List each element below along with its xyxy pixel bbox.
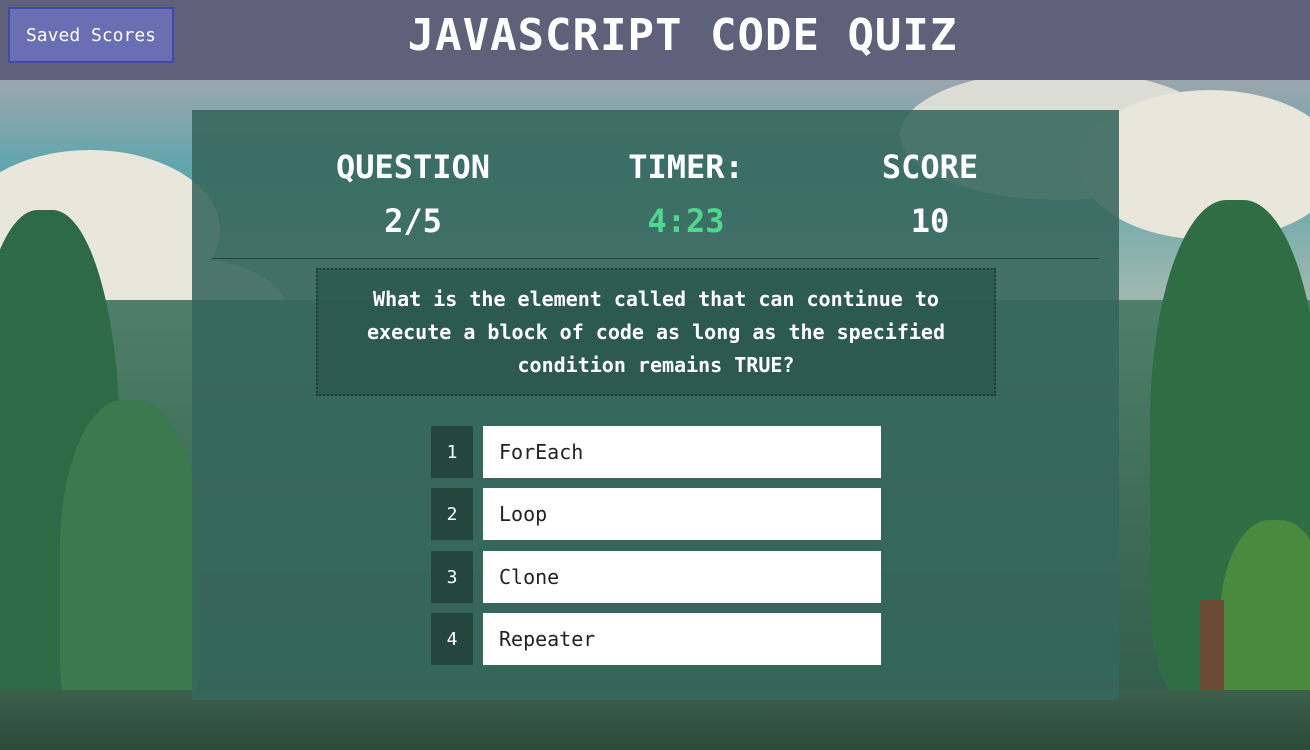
score-label: SCORE xyxy=(881,148,979,186)
timer-value: 4:23 xyxy=(647,202,725,240)
answer-option-1[interactable]: 1 ForEach xyxy=(431,426,881,478)
timer-label: TIMER: xyxy=(628,148,744,186)
timer: TIMER: 4:23 xyxy=(566,148,806,240)
answer-number: 4 xyxy=(431,613,473,665)
answer-option-3[interactable]: 3 Clone xyxy=(431,551,881,603)
answer-label[interactable]: Loop xyxy=(483,488,881,540)
quiz-card: QUESTION 2/5 TIMER: 4:23 SCORE 10 What i… xyxy=(192,110,1119,700)
app-title: JAVASCRIPT CODE QUIZ xyxy=(407,10,958,61)
answer-option-2[interactable]: 2 Loop xyxy=(431,488,881,540)
answer-number: 2 xyxy=(431,488,473,540)
question-counter: QUESTION 2/5 xyxy=(293,148,533,240)
question-text: What is the element called that can cont… xyxy=(367,286,945,377)
answer-label[interactable]: Clone xyxy=(483,551,881,603)
answer-label[interactable]: Repeater xyxy=(483,613,881,665)
tree xyxy=(60,400,200,730)
divider xyxy=(212,258,1099,259)
answer-label[interactable]: ForEach xyxy=(483,426,881,478)
answer-number: 3 xyxy=(431,551,473,603)
header-bar: Saved Scores JAVASCRIPT CODE QUIZ xyxy=(0,0,1310,80)
question-value: 2/5 xyxy=(384,202,442,240)
answer-option-4[interactable]: 4 Repeater xyxy=(431,613,881,665)
score: SCORE 10 xyxy=(810,148,1050,240)
question-label: QUESTION xyxy=(335,148,491,186)
question-box: What is the element called that can cont… xyxy=(316,268,996,396)
answer-number: 1 xyxy=(431,426,473,478)
score-value: 10 xyxy=(910,202,950,240)
